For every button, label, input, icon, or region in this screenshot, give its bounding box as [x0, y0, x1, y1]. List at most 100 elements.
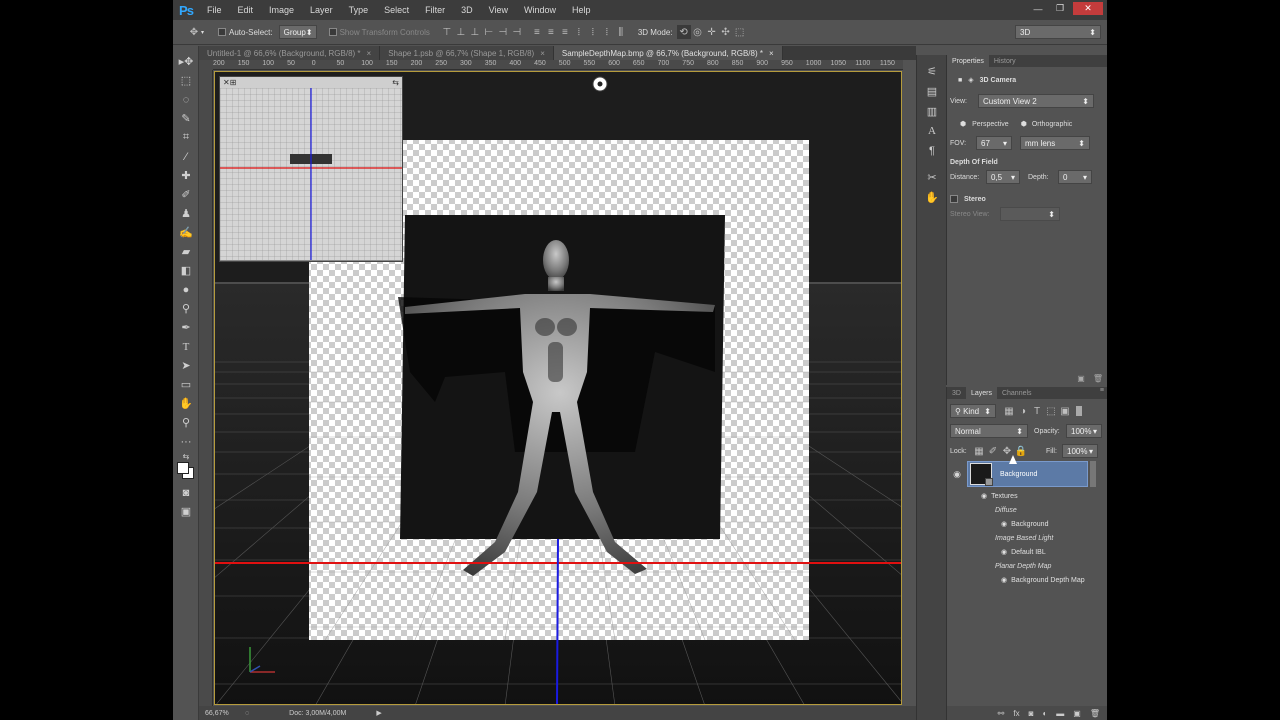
lasso-tool-icon[interactable]: ◌: [173, 90, 199, 109]
crop-tool-icon[interactable]: ⌗: [173, 128, 199, 147]
roll-3d-icon[interactable]: ◎: [691, 25, 705, 39]
delete-layer-icon[interactable]: 🗑: [1090, 709, 1100, 718]
menu-file[interactable]: File: [199, 5, 230, 15]
auto-select-dropdown[interactable]: Group ⬍: [278, 25, 317, 39]
distance-input[interactable]: 0,5 ▾: [986, 170, 1020, 184]
type-tool-icon[interactable]: T: [173, 337, 199, 356]
perspective-label[interactable]: Perspective: [972, 121, 1009, 128]
layer-scrollbar[interactable]: [1090, 461, 1096, 487]
view-dropdown[interactable]: Custom View 2 ⬍: [978, 94, 1094, 108]
adjustment-layer-icon[interactable]: ◐: [1042, 709, 1047, 718]
status-info-icon[interactable]: ◌: [245, 710, 249, 717]
align-top-icon[interactable]: ⊤: [440, 25, 454, 39]
properties-panel-icon[interactable]: ⚟: [917, 61, 947, 81]
ibl-eye-icon[interactable]: ◉: [1001, 548, 1007, 556]
zoom-level[interactable]: 66,67%: [205, 710, 235, 717]
textures-eye-icon[interactable]: ◉: [981, 492, 987, 500]
gradient-tool-icon[interactable]: ◧: [173, 261, 199, 280]
blur-tool-icon[interactable]: ●: [173, 280, 199, 299]
properties-load-icon[interactable]: ▣: [1077, 374, 1085, 383]
visibility-eye-icon[interactable]: ◉: [947, 469, 967, 480]
fill-input[interactable]: 100% ▾: [1062, 444, 1098, 458]
depth-input[interactable]: 0 ▾: [1058, 170, 1092, 184]
distribute-right-icon[interactable]: ⦙: [600, 25, 614, 39]
opacity-input[interactable]: 100% ▾: [1066, 424, 1102, 438]
orthographic-icon[interactable]: ⬢: [1021, 120, 1027, 128]
screen-mode-icon[interactable]: ▣: [173, 502, 199, 521]
menu-3d[interactable]: 3D: [453, 5, 481, 15]
stereo-checkbox[interactable]: [950, 195, 958, 203]
dodge-tool-icon[interactable]: ⚲: [173, 299, 199, 318]
filter-adjust-icon[interactable]: ◑: [1016, 404, 1030, 418]
filter-pixel-icon[interactable]: ▦: [1002, 404, 1016, 418]
brush-preset-icon[interactable]: ✋: [917, 187, 947, 207]
workspace-dropdown[interactable]: 3D ⬍: [1015, 25, 1101, 39]
character-panel-icon[interactable]: A: [917, 121, 947, 141]
brush-tool-icon[interactable]: ✐: [173, 185, 199, 204]
menu-filter[interactable]: Filter: [417, 5, 453, 15]
restore-button[interactable]: ❐: [1051, 2, 1069, 15]
layer-row-background[interactable]: ◉ Background: [947, 461, 1096, 487]
scale-3d-icon[interactable]: ⬚: [733, 25, 747, 39]
hand-tool-icon[interactable]: ✋: [173, 394, 199, 413]
menu-edit[interactable]: Edit: [230, 5, 262, 15]
filter-smart-icon[interactable]: ▣: [1058, 404, 1072, 418]
fx-icon[interactable]: fx: [1013, 709, 1019, 718]
properties-delete-icon[interactable]: 🗑: [1093, 374, 1103, 383]
link-layers-icon[interactable]: ⚯: [998, 709, 1005, 718]
menu-type[interactable]: Type: [341, 5, 377, 15]
fov-input[interactable]: 67 ▾: [976, 136, 1012, 150]
align-bottom-icon[interactable]: ⊥: [468, 25, 482, 39]
tab-close-icon[interactable]: ×: [540, 49, 545, 58]
paragraph-panel-icon[interactable]: ¶: [917, 141, 947, 161]
distribute-left-icon[interactable]: ⦙: [572, 25, 586, 39]
minimize-button[interactable]: —: [1029, 2, 1047, 15]
layers-menu-icon[interactable]: ≡: [1100, 387, 1107, 399]
align-right-icon[interactable]: ⊣: [510, 25, 524, 39]
distribute-top-icon[interactable]: ≡: [530, 25, 544, 39]
secondary-view-menu-icon[interactable]: ⊞: [230, 78, 237, 87]
history-panel-icon[interactable]: ▤: [917, 81, 947, 101]
tab-shape-1[interactable]: Shape 1.psb @ 66,7% (Shape 1, RGB/8) ×: [380, 46, 554, 60]
info-panel-icon[interactable]: ▥: [917, 101, 947, 121]
pdm-eye-icon[interactable]: ◉: [1001, 576, 1007, 584]
drag-3d-icon[interactable]: ✛: [705, 25, 719, 39]
filter-toggle[interactable]: [1076, 406, 1082, 416]
pdm-texture-row[interactable]: ◉ Background Depth Map: [1001, 573, 1085, 587]
layer-selected-bg[interactable]: Background: [967, 461, 1088, 487]
eraser-tool-icon[interactable]: ▰: [173, 242, 199, 261]
add-mask-icon[interactable]: ◙: [1029, 709, 1034, 718]
lens-dropdown[interactable]: mm lens ⬍: [1020, 136, 1090, 150]
rectangle-tool-icon[interactable]: ▭: [173, 375, 199, 394]
align-hcenter-icon[interactable]: ⊣: [496, 25, 510, 39]
marquee-tool-icon[interactable]: ⬚: [173, 71, 199, 90]
tab-untitled-1[interactable]: Untitled-1 @ 66,6% (Background, RGB/8) *…: [199, 46, 381, 60]
distribute-bottom-icon[interactable]: ≡: [558, 25, 572, 39]
orthographic-label[interactable]: Orthographic: [1032, 121, 1072, 128]
distribute-vcenter-icon[interactable]: ≡: [544, 25, 558, 39]
more-tools-icon[interactable]: ···: [173, 432, 199, 451]
filter-shape-icon[interactable]: ⬚: [1044, 404, 1058, 418]
secondary-view[interactable]: ✕ ⊞ ⇆: [219, 76, 403, 262]
menu-layer[interactable]: Layer: [302, 5, 341, 15]
blend-mode-dropdown[interactable]: Normal ⬍: [950, 424, 1028, 438]
quick-select-tool-icon[interactable]: ✎: [173, 109, 199, 128]
foreground-color-swatch[interactable]: [177, 462, 189, 474]
distribute-hcenter-icon[interactable]: ⦙: [586, 25, 600, 39]
orbit-3d-icon[interactable]: ⟲: [676, 25, 691, 39]
new-layer-icon[interactable]: ▣: [1073, 709, 1081, 718]
clone-stamp-tool-icon[interactable]: ♟: [173, 204, 199, 223]
lock-pixels-icon[interactable]: ✐: [986, 444, 1000, 458]
menu-image[interactable]: Image: [261, 5, 302, 15]
menu-window[interactable]: Window: [516, 5, 564, 15]
tab-sample-depth-map[interactable]: SampleDepthMap.bmp @ 66,7% (Background, …: [553, 46, 783, 60]
slide-3d-icon[interactable]: ✣: [719, 25, 733, 39]
swap-colors-icon[interactable]: ⇆: [173, 451, 199, 461]
light-indicator-icon[interactable]: [592, 76, 608, 92]
swap-view-icon[interactable]: ⇆: [392, 78, 399, 87]
diffuse-texture-row[interactable]: ◉ Background: [1001, 517, 1048, 531]
align-left-icon[interactable]: ⊢: [482, 25, 496, 39]
healing-tool-icon[interactable]: ✚: [173, 166, 199, 185]
quick-mask-icon[interactable]: ◙: [173, 483, 199, 502]
show-transform-option[interactable]: Show Transform Controls: [328, 28, 430, 37]
